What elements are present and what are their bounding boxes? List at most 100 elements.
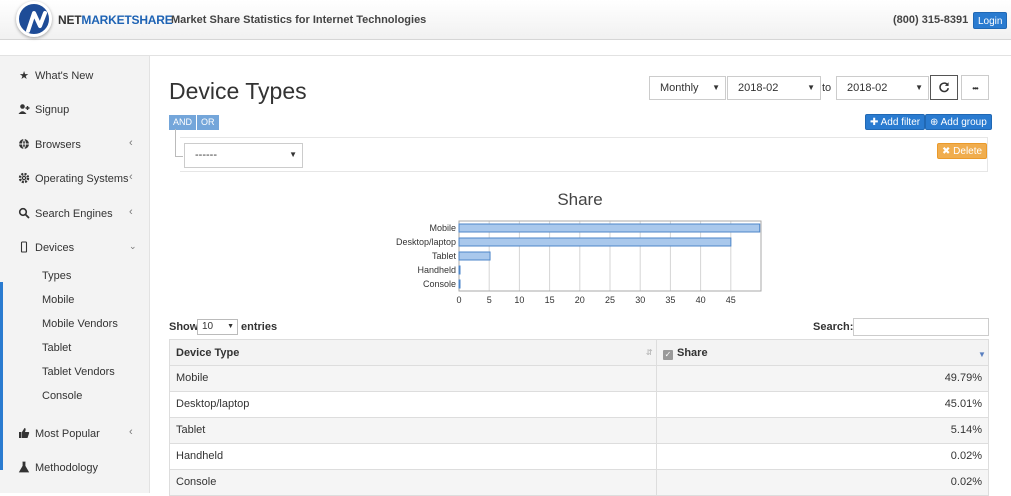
chevron-left-icon: ‹ (129, 426, 133, 438)
plus-icon: ✚ (870, 117, 879, 128)
column-header-share[interactable]: ✓ Share ▼ (663, 340, 986, 366)
share-cell: 0.02% (950, 476, 982, 488)
page-title: Device Types (169, 78, 307, 104)
logo-icon (26, 11, 47, 33)
checkbox-icon: ✓ (663, 350, 673, 360)
table-row: Handheld 0.02% (169, 444, 989, 470)
sidebar-subitem-tablet[interactable]: Tablet (42, 342, 71, 354)
sidebar-subitem-mobile-vendors[interactable]: Mobile Vendors (42, 318, 118, 330)
chart-bar (458, 223, 761, 233)
sidebar-subitem-types[interactable]: Types (42, 270, 71, 282)
header-divider (0, 55, 1011, 56)
delete-filter-button[interactable]: ✖ Delete (937, 143, 988, 159)
sidebar-subitem-mobile[interactable]: Mobile (42, 294, 74, 306)
more-icon: ••• (972, 84, 978, 93)
chart-x-tick-label: 15 (545, 295, 555, 305)
sidebar-item-methodology[interactable]: Methodology (0, 456, 150, 480)
or-button[interactable]: OR (197, 115, 220, 130)
column-header-label: Device Type (176, 347, 240, 359)
more-options-button[interactable]: ••• (961, 75, 989, 100)
device-type-cell: Mobile (176, 372, 209, 384)
chart-bar (458, 251, 491, 261)
column-divider (656, 366, 657, 391)
chart-bar (458, 279, 461, 289)
sidebar-item-label: Operating Systems (35, 173, 129, 185)
chevron-left-icon: ‹ (129, 171, 133, 183)
sidebar-item-most-popular[interactable]: Most Popular ‹ (0, 422, 150, 446)
period-select-value: Monthly (660, 82, 699, 94)
sidebar-item-label: What's New (35, 70, 94, 82)
filter-field-select[interactable]: ------ ▼ (184, 143, 303, 168)
brand-name[interactable]: NETMARKETSHARE (58, 13, 173, 27)
column-header-label: Share (677, 347, 708, 359)
thumbs-up-icon (18, 427, 30, 439)
and-button[interactable]: AND (169, 115, 198, 130)
table-row: Mobile 49.79% (169, 366, 989, 392)
sidebar-item-signup[interactable]: Signup (0, 98, 150, 122)
logo[interactable] (16, 1, 52, 37)
table-row: Tablet 5.14% (169, 418, 989, 444)
chart-canvas: 0 5 10 15 20 25 30 35 40 45 Mobile Desktop/laptop Ta… (396, 220, 762, 305)
add-filter-button[interactable]: ✚ Add filter (865, 114, 926, 130)
date-from-value: 2018-02 (738, 82, 779, 94)
date-to-select[interactable]: 2018-02 ▼ (836, 76, 929, 100)
search-icon (18, 207, 30, 219)
add-group-button[interactable]: ⊕ Add group (925, 114, 992, 130)
and-or-toggle: AND OR (169, 115, 220, 130)
device-type-cell: Tablet (176, 424, 206, 436)
caret-down-icon: ▼ (289, 150, 297, 159)
add-group-label: Add group (940, 117, 987, 128)
column-divider (656, 392, 657, 417)
sidebar-item-whats-new[interactable]: ★ What's New (0, 64, 150, 88)
period-select[interactable]: Monthly ▼ (649, 76, 726, 100)
show-label: Show (169, 321, 199, 333)
share-cell: 5.14% (950, 424, 982, 436)
site-tagline: Market Share Statistics for Internet Tec… (171, 14, 427, 26)
chart-category-label: Handheld (417, 265, 456, 275)
chart-x-tick-label: 5 (487, 295, 492, 305)
device-type-cell: Desktop/laptop (176, 398, 250, 410)
chart-x-tick-label: 25 (605, 295, 615, 305)
sort-both-icon: ⇵ (646, 348, 653, 357)
caret-down-icon: ▼ (915, 83, 923, 92)
table-row: Desktop/laptop 45.01% (169, 392, 989, 418)
share-cell: 45.01% (944, 398, 982, 410)
plus-circle-icon: ⊕ (930, 117, 939, 128)
refresh-button[interactable] (930, 75, 958, 100)
search-input[interactable] (853, 318, 989, 336)
chevron-left-icon: ‹ (129, 206, 133, 218)
date-to-value: 2018-02 (847, 82, 888, 94)
sidebar-subitem-console[interactable]: Console (42, 390, 82, 402)
column-divider (656, 418, 657, 443)
device-type-cell: Console (176, 476, 217, 488)
chart-bar (458, 265, 461, 275)
mobile-icon (18, 241, 30, 253)
sidebar-item-search-engines[interactable]: Search Engines ‹ (0, 202, 150, 226)
sidebar: ★ What's New Signup Browsers ‹ Operating… (0, 56, 150, 493)
sidebar-subitem-tablet-vendors[interactable]: Tablet Vendors (42, 366, 115, 378)
sidebar-item-devices[interactable]: Devices ⌄ (0, 236, 150, 260)
chart-x-tick-label: 45 (726, 295, 736, 305)
star-icon: ★ (19, 70, 29, 82)
column-divider (656, 444, 657, 469)
phone-number: (800) 315-8391 (893, 14, 969, 26)
chevron-left-icon: ‹ (129, 137, 133, 149)
sidebar-item-browsers[interactable]: Browsers ‹ (0, 133, 150, 157)
brand-part2: MARKETSHARE (81, 13, 173, 27)
globe-icon (18, 138, 30, 150)
date-from-select[interactable]: 2018-02 ▼ (727, 76, 821, 100)
share-cell: 49.79% (944, 372, 982, 384)
sidebar-item-label: Search Engines (35, 208, 113, 220)
device-type-cell: Handheld (176, 450, 224, 462)
entries-value: 10 (202, 321, 214, 332)
chevron-down-icon: ⌄ (129, 241, 137, 251)
login-button[interactable]: Login (973, 12, 1008, 29)
sidebar-item-operating-systems[interactable]: Operating Systems ‹ (0, 167, 150, 191)
search-label: Search: (813, 321, 854, 333)
table-row: Console 0.02% (169, 470, 989, 496)
chart-x-tick-label: 20 (575, 295, 585, 305)
chart-category-label: Desktop/laptop (396, 237, 456, 247)
sort-desc-icon: ▼ (978, 350, 986, 359)
entries-select[interactable]: 10 ▼ (197, 319, 238, 335)
column-header-device-type[interactable]: Device Type ⇵ (176, 340, 653, 366)
